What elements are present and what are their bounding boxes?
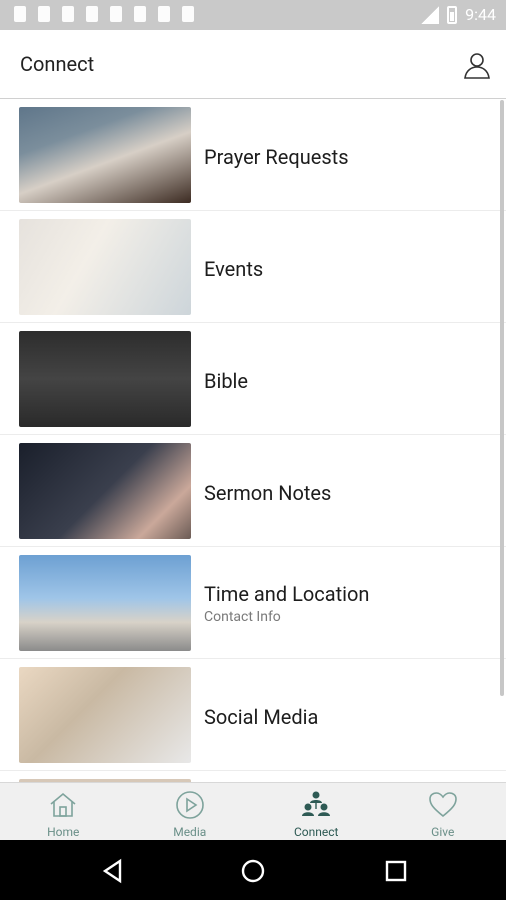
nav-connect[interactable]: Connect <box>253 783 380 841</box>
item-label: Bible <box>204 369 249 393</box>
notification-icon <box>182 6 194 22</box>
page-title: Connect <box>20 52 95 76</box>
sermon-notes-thumbnail <box>19 443 191 539</box>
item-label: Events <box>204 257 264 281</box>
status-right: 9:44 <box>421 5 496 24</box>
notification-icon <box>158 6 170 22</box>
location-thumbnail <box>19 555 191 651</box>
nav-home[interactable]: Home <box>0 783 127 841</box>
bible-thumbnail <box>19 331 191 427</box>
notification-icon <box>38 6 50 22</box>
status-time: 9:44 <box>465 5 496 24</box>
list-item-events[interactable]: Events <box>0 211 506 323</box>
notification-icon <box>14 6 26 22</box>
nav-label: Connect <box>294 825 339 839</box>
heart-icon <box>428 792 457 818</box>
notification-icons <box>14 6 194 22</box>
bottom-navigation: Home Media Connect Give <box>0 782 506 841</box>
prayer-thumbnail <box>19 107 191 203</box>
home-button-icon[interactable] <box>240 858 266 884</box>
notification-icon <box>134 6 146 22</box>
nav-label: Media <box>173 825 207 839</box>
item-sublabel: Contact Info <box>204 609 281 625</box>
list-item-sermon-notes[interactable]: Sermon Notes <box>0 435 506 547</box>
list-item-partial[interactable] <box>0 771 506 782</box>
list-item-prayer-requests[interactable]: Prayer Requests <box>0 99 506 211</box>
connect-list: Prayer Requests Events Bible Sermon Note… <box>0 99 506 782</box>
notification-icon <box>86 6 98 22</box>
profile-icon[interactable] <box>462 50 492 80</box>
item-label: Prayer Requests <box>204 145 349 169</box>
play-icon <box>175 791 204 819</box>
item-label: Sermon Notes <box>204 481 332 505</box>
status-bar: 9:44 <box>0 0 506 30</box>
app-bar: Connect <box>0 30 506 99</box>
home-icon <box>50 792 76 817</box>
events-thumbnail <box>19 219 191 315</box>
nav-label: Give <box>431 825 455 839</box>
nav-give[interactable]: Give <box>380 783 506 841</box>
social-media-thumbnail <box>19 667 191 763</box>
nav-media[interactable]: Media <box>127 783 254 841</box>
battery-icon <box>447 5 458 24</box>
list-item-time-and-location[interactable]: Time and Location Contact Info <box>0 547 506 659</box>
item-label: Social Media <box>204 705 319 729</box>
recents-icon[interactable] <box>383 858 409 884</box>
scrollbar[interactable] <box>500 100 504 696</box>
list-item-social-media[interactable]: Social Media <box>0 659 506 771</box>
notification-icon <box>110 6 122 22</box>
item-label: Time and Location <box>204 582 370 606</box>
back-icon[interactable] <box>100 858 126 884</box>
connect-icon <box>302 791 331 816</box>
list-item-bible[interactable]: Bible <box>0 323 506 435</box>
signal-icon <box>421 5 440 24</box>
notification-icon <box>62 6 74 22</box>
nav-label: Home <box>47 825 80 839</box>
system-navigation-bar <box>0 840 506 900</box>
